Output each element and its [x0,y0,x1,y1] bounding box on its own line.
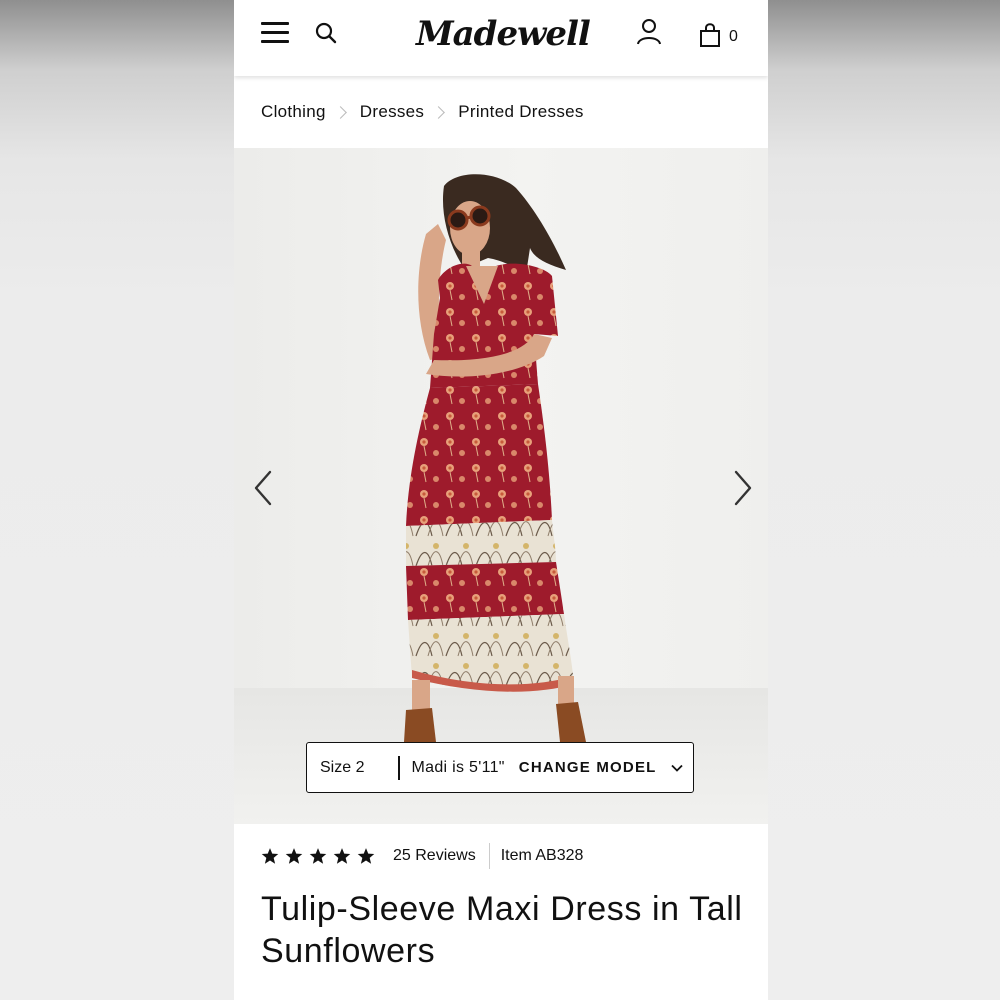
breadcrumb: Clothing Dresses Printed Dresses [261,100,584,124]
chevron-down-icon[interactable] [670,762,683,774]
product-image-gallery[interactable]: Size 2 Madi is 5'11" CHANGE MODEL [234,148,768,824]
breadcrumb-dresses[interactable]: Dresses [360,102,424,122]
search-icon[interactable] [314,21,338,45]
star-icon [309,848,327,864]
star-icon [285,848,303,864]
model-size-label: Size 2 [320,758,365,776]
star-icon [261,848,279,864]
phone-screen: Madewell 0 Clothing Dresses Printed Dres… [234,0,768,1000]
previous-image-arrow-icon[interactable] [248,466,282,510]
star-rating[interactable] [261,847,375,865]
model-height-text: Madi is 5'11" [411,758,505,776]
bag-count: 0 [729,28,738,45]
hamburger-menu-icon[interactable] [261,22,289,44]
chevron-right-icon [432,105,446,119]
madewell-logo[interactable]: Madewell [416,10,591,58]
rating-row: 25 Reviews Item AB328 [261,842,583,870]
site-header: Madewell 0 [234,0,768,76]
divider [488,843,490,869]
reviews-link[interactable]: 25 Reviews [393,847,476,865]
divider [398,755,400,780]
model-photo [404,174,586,742]
breadcrumb-printed-dresses[interactable]: Printed Dresses [458,102,583,122]
chevron-right-icon [333,105,347,119]
change-model-button[interactable]: CHANGE MODEL [519,759,657,776]
product-title: Tulip-Sleeve Maxi Dress in Tall Sunflowe… [261,890,743,970]
item-number: Item AB328 [500,847,584,864]
breadcrumb-clothing[interactable]: Clothing [261,102,326,122]
star-icon [333,848,351,864]
account-icon[interactable] [636,18,662,46]
star-icon [357,848,375,864]
model-size-selector[interactable]: Size 2 Madi is 5'11" CHANGE MODEL [306,742,694,793]
next-image-arrow-icon[interactable] [724,466,758,510]
shopping-bag-icon[interactable] [699,22,721,48]
